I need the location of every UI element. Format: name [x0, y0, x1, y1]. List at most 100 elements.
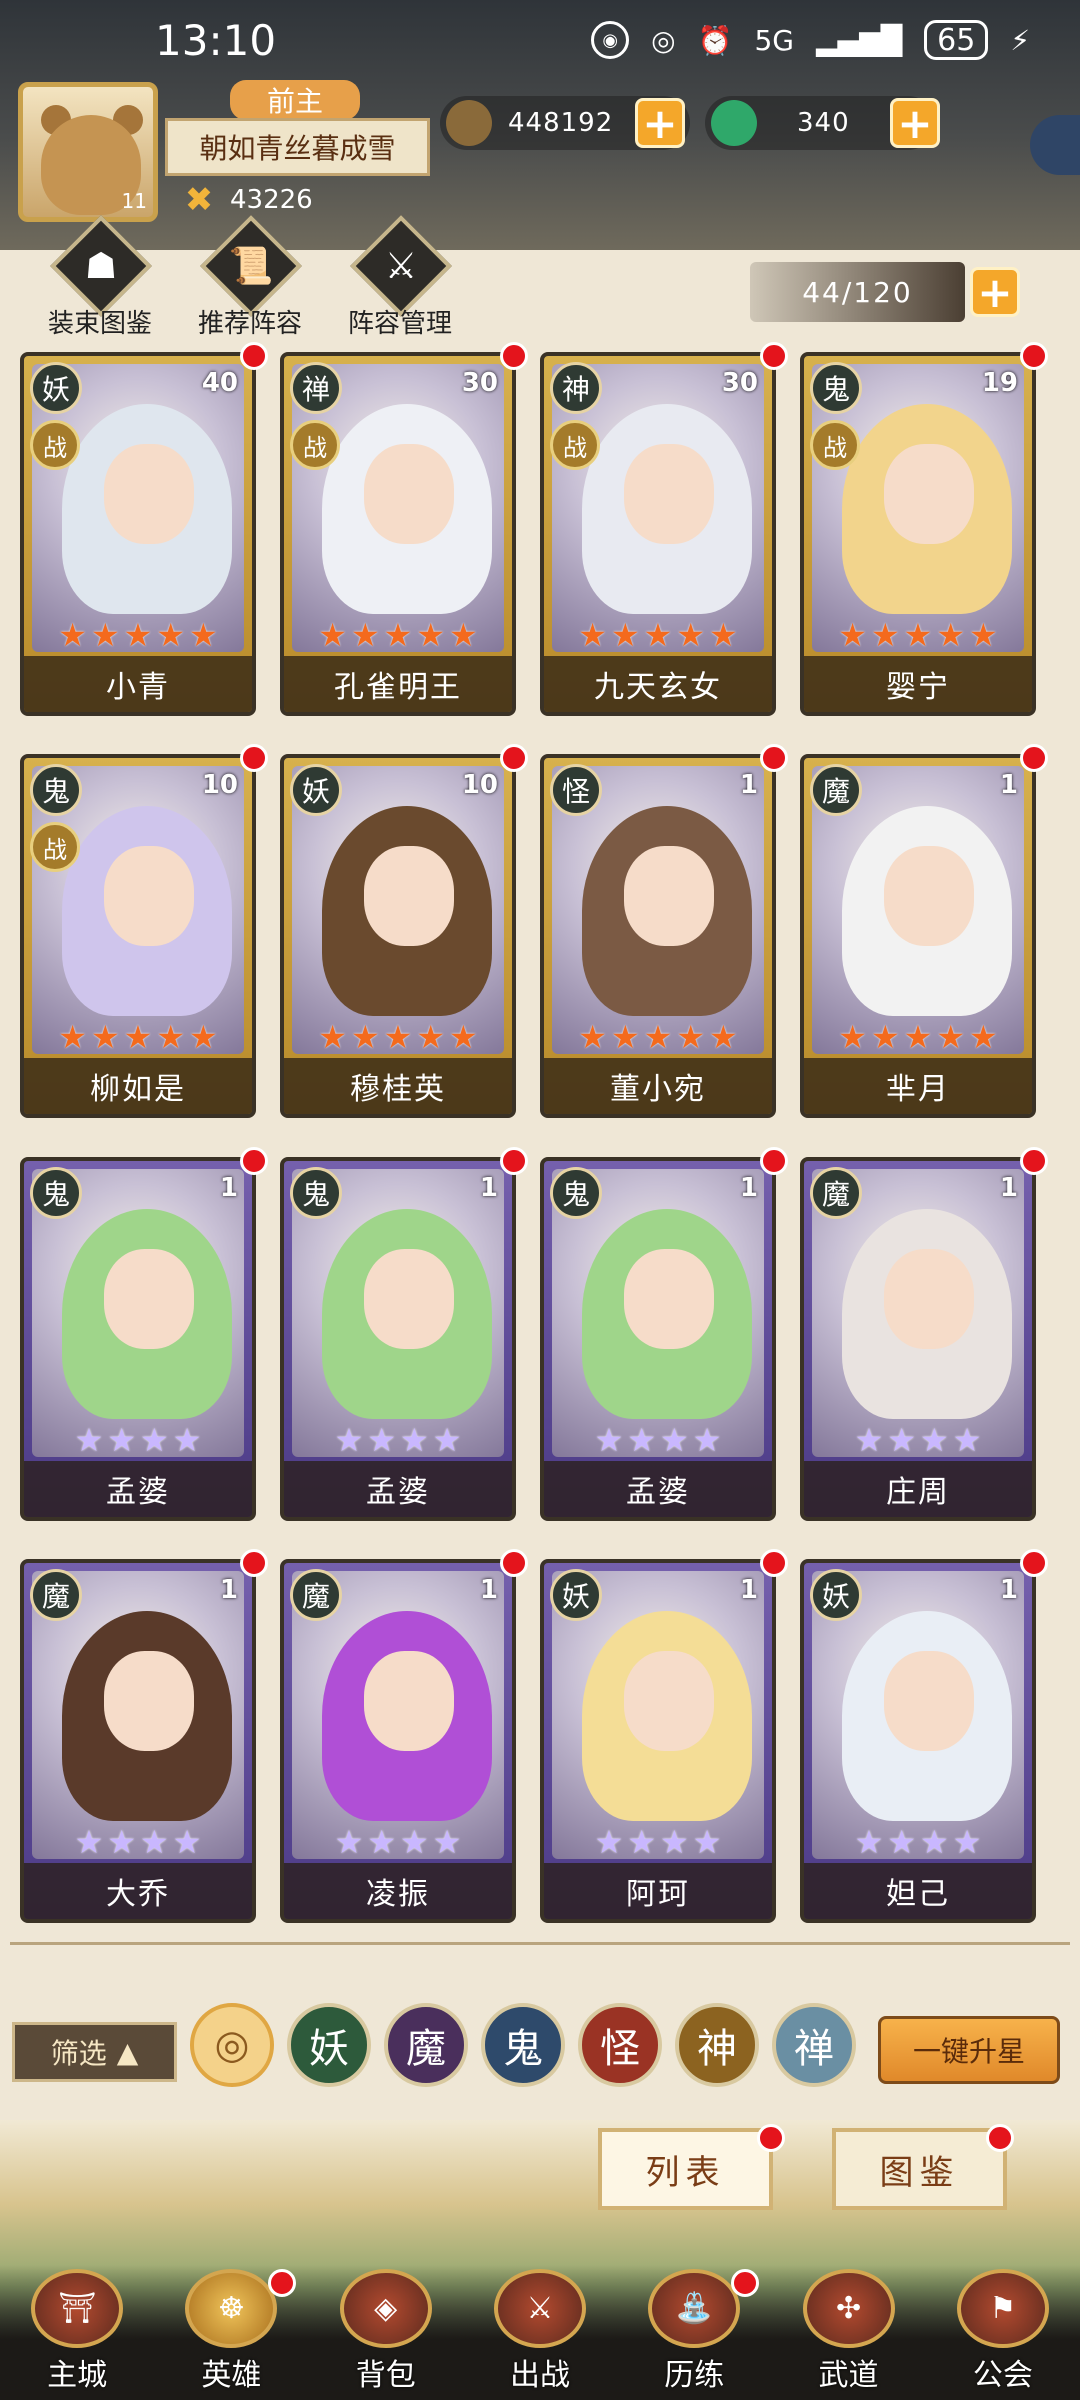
- star-icon: ★: [140, 1823, 169, 1861]
- star-icon: ★: [416, 616, 446, 654]
- hero-card[interactable]: 魔 1 ★ ★ ★ ★ 庄周: [800, 1157, 1036, 1521]
- star-icon: ★: [367, 1823, 396, 1861]
- faction-filter-button[interactable]: 鬼: [481, 2003, 565, 2087]
- filter-button[interactable]: 筛选 ▲: [12, 2022, 177, 2082]
- nav-bag[interactable]: ◈ 背包: [311, 2269, 461, 2394]
- hero-name: 庄周: [804, 1461, 1032, 1517]
- hero-face: [364, 1651, 454, 1751]
- battery-indicator: 65: [924, 20, 989, 60]
- hero-card[interactable]: 鬼 1 ★ ★ ★ ★ 孟婆: [540, 1157, 776, 1521]
- star-icon: ★: [74, 1823, 104, 1861]
- faction-filter-button[interactable]: 怪: [578, 2003, 662, 2087]
- star-icon: ★: [936, 616, 966, 654]
- expand-capacity-button[interactable]: +: [970, 267, 1020, 317]
- hero-face: [624, 444, 714, 544]
- star-icon: ★: [172, 1823, 202, 1861]
- faction-filter-button[interactable]: 神: [675, 2003, 759, 2087]
- hero-card[interactable]: 妖 10 ★ ★ ★ ★ ★ 穆桂英: [280, 754, 516, 1118]
- status-icons: ◉ ◎ ⏰ 5G ▂▄▆█ 65 ⚡: [591, 20, 1030, 60]
- hero-face: [884, 846, 974, 946]
- hero-face: [104, 846, 194, 946]
- star-rating: ★ ★ ★ ★: [554, 1421, 762, 1461]
- bottom-nav: ⛩ 主城 ☸ 英雄 ◈ 背包 ⚔ 出战 ⛲ 历练 ✣ 武道 ⚑ 公会: [0, 2265, 1080, 2400]
- notification-dot: [760, 744, 788, 772]
- hero-card[interactable]: 鬼战 10 ★ ★ ★ ★ ★ 柳如是: [20, 754, 256, 1118]
- in-battle-badge: 战: [30, 420, 80, 470]
- nav-hero-hat[interactable]: ☸ 英雄: [156, 2269, 306, 2394]
- hero-card[interactable]: 神战 30 ★ ★ ★ ★ ★ 九天玄女: [540, 352, 776, 716]
- star-icon: ★: [952, 1421, 982, 1459]
- filter-all-button[interactable]: ◎: [190, 2003, 274, 2087]
- nav-label: 出战: [509, 2358, 570, 2393]
- hero-card[interactable]: 怪 1 ★ ★ ★ ★ ★ 董小宛: [540, 754, 776, 1118]
- nav-city-gate[interactable]: ⛩ 主城: [2, 2269, 152, 2394]
- nav-label: 英雄: [201, 2358, 262, 2393]
- faction-filter-button[interactable]: 妖: [287, 2003, 371, 2087]
- star-rating: ★ ★ ★ ★ ★: [814, 616, 1022, 656]
- avatar-level: 11: [121, 189, 147, 213]
- star-icon: ★: [74, 1421, 104, 1459]
- recommended-lineup-button[interactable]: 📜 推荐阵容: [180, 215, 320, 345]
- star-icon: ★: [660, 1823, 689, 1861]
- player-name[interactable]: 朝如青丝暮成雪: [165, 118, 430, 176]
- star-icon: ★: [367, 1421, 396, 1459]
- star-icon: ★: [660, 1421, 689, 1459]
- nav-fountain[interactable]: ⛲ 历练: [619, 2269, 769, 2394]
- guild-icon: ⚑: [956, 2269, 1049, 2348]
- hero-name: 阿珂: [544, 1863, 772, 1919]
- costume-gallery-button[interactable]: ☗ 装束图鉴: [30, 215, 170, 345]
- star-rating: ★ ★ ★ ★ ★: [814, 1018, 1022, 1058]
- hero-face: [624, 1249, 714, 1349]
- star-icon: ★: [936, 1018, 966, 1056]
- faction-filter-button[interactable]: 禅: [772, 2003, 856, 2087]
- faction-filter-button[interactable]: 魔: [384, 2003, 468, 2087]
- tab-list[interactable]: 列表: [598, 2128, 773, 2210]
- tab-gallery[interactable]: 图鉴: [832, 2128, 1007, 2210]
- hero-level: 1: [479, 1173, 498, 1203]
- star-icon: ★: [692, 1823, 722, 1861]
- hero-card[interactable]: 魔 1 ★ ★ ★ ★ 凌振: [280, 1559, 516, 1923]
- hero-card[interactable]: 鬼 1 ★ ★ ★ ★ 孟婆: [280, 1157, 516, 1521]
- notification-dot: [240, 342, 268, 370]
- auto-upgrade-stars-button[interactable]: 一键升星: [878, 2016, 1060, 2084]
- hero-card[interactable]: 鬼战 19 ★ ★ ★ ★ ★ 婴宁: [800, 352, 1036, 716]
- notification-dot: [1020, 342, 1048, 370]
- player-avatar[interactable]: 11: [18, 82, 158, 222]
- notification-dot: [240, 1549, 268, 1577]
- nav-martial[interactable]: ✣ 武道: [774, 2269, 924, 2394]
- star-rating: ★ ★ ★ ★: [554, 1823, 762, 1863]
- bag-icon: ◈: [339, 2269, 432, 2348]
- nav-label: 主城: [47, 2358, 108, 2393]
- hero-card[interactable]: 鬼 1 ★ ★ ★ ★ 孟婆: [20, 1157, 256, 1521]
- nav-guild[interactable]: ⚑ 公会: [928, 2269, 1078, 2394]
- lineup-management-button[interactable]: ⚔ 阵容管理: [330, 215, 470, 345]
- hero-face: [884, 1651, 974, 1751]
- hero-card[interactable]: 妖 1 ★ ★ ★ ★ 阿珂: [540, 1559, 776, 1923]
- hero-name: 婴宁: [804, 656, 1032, 712]
- star-icon: ★: [676, 1018, 706, 1056]
- signal-icon: ▂▄▆█: [816, 23, 903, 57]
- faction-badge: 鬼: [550, 1167, 602, 1219]
- faction-badge: 鬼: [30, 1167, 82, 1219]
- hero-card[interactable]: 禅战 30 ★ ★ ★ ★ ★ 孔雀明王: [280, 352, 516, 716]
- nav-crossed-swords[interactable]: ⚔ 出战: [465, 2269, 615, 2394]
- faction-badge: 妖: [30, 362, 82, 414]
- star-icon: ★: [969, 616, 998, 654]
- hero-hat-icon: ☸: [185, 2269, 278, 2348]
- notification-dot: [760, 1549, 788, 1577]
- hero-card[interactable]: 妖战 40 ★ ★ ★ ★ ★ 小青: [20, 352, 256, 716]
- tool-label: 装束图鉴: [47, 309, 152, 339]
- status-time: 13:10: [155, 15, 277, 65]
- faction-badge: 妖: [810, 1569, 862, 1621]
- nav-label: 公会: [972, 2358, 1033, 2393]
- nav-label: 历练: [664, 2358, 725, 2393]
- star-icon: ★: [189, 616, 218, 654]
- hero-name: 妲己: [804, 1863, 1032, 1919]
- notification-dot: [986, 2124, 1014, 2152]
- hero-card[interactable]: 妖 1 ★ ★ ★ ★ 妲己: [800, 1559, 1036, 1923]
- notification-dot: [500, 342, 528, 370]
- add-jade-button[interactable]: +: [890, 98, 940, 148]
- hero-card[interactable]: 魔 1 ★ ★ ★ ★ ★ 芈月: [800, 754, 1036, 1118]
- add-copper-button[interactable]: +: [635, 98, 685, 148]
- hero-card[interactable]: 魔 1 ★ ★ ★ ★ 大乔: [20, 1559, 256, 1923]
